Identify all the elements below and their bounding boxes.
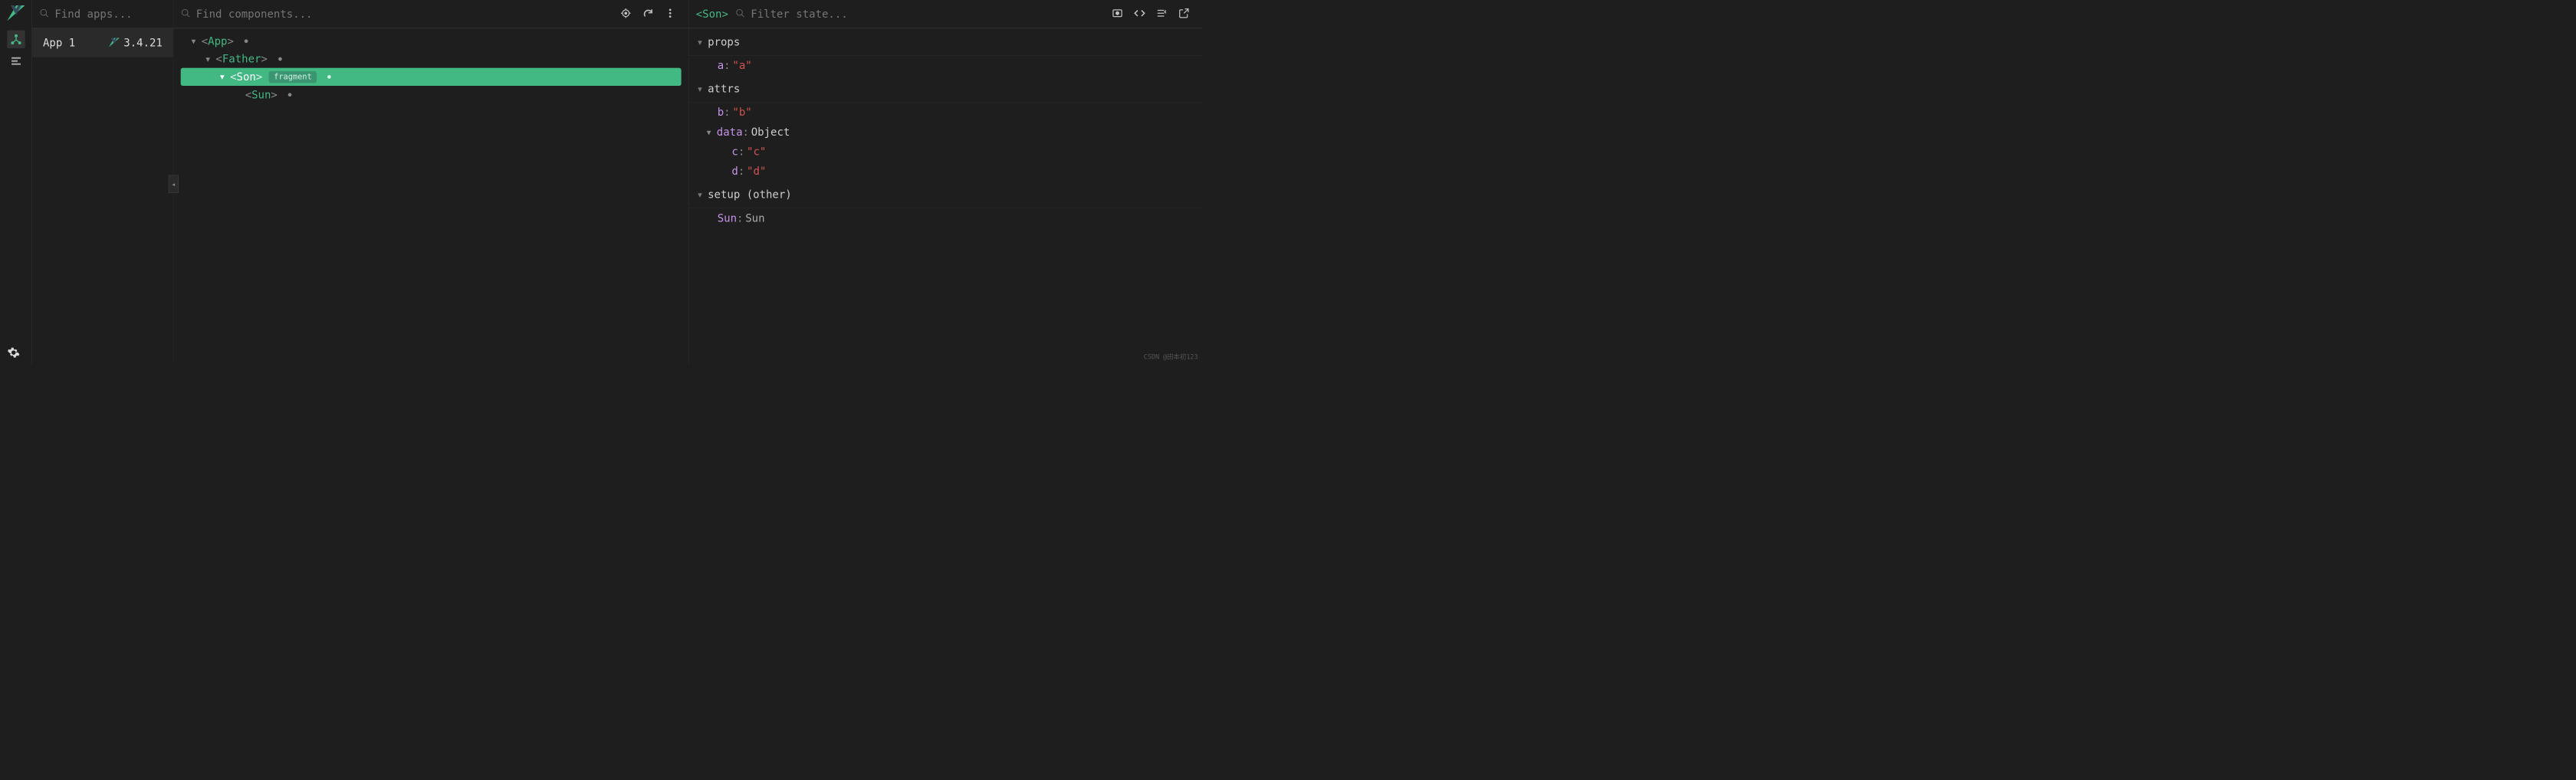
state-filter-input[interactable] [751,8,1112,20]
state-body: ▼ props a: "a" ▼ attrs b: "b" ▼ data: Ob… [688,28,1202,364]
section-header-props[interactable]: ▼ props [688,28,1202,55]
settings-gear-icon[interactable] [7,346,20,361]
prop-key: b [718,107,724,119]
tree-node-son[interactable]: ▼ <Son> fragment [181,68,682,86]
apps-search-input[interactable] [54,8,191,20]
prop-row[interactable]: Sun: Sun [688,208,1202,228]
prop-key: data [717,126,743,138]
component-tree: ▼ <App> ▼ <Father> ▼ <Son> fragment <Sun… [173,28,688,364]
icon-sidebar [0,0,32,364]
collapse-arrow-icon[interactable]: ▼ [698,84,705,93]
search-icon [39,8,49,20]
component-tree-panel: ◂ ▼ <App> [173,0,688,364]
collapse-arrow-icon[interactable]: ▼ [698,38,705,46]
more-icon[interactable] [665,8,676,21]
prop-key: d [731,166,738,178]
app-list-item[interactable]: App 1 3.4.21 [32,28,173,57]
expand-arrow-icon[interactable]: ▼ [205,54,212,63]
refresh-icon[interactable] [642,8,654,21]
expand-arrow-icon[interactable]: ▼ [707,128,714,136]
open-in-editor-icon[interactable] [1178,8,1190,21]
panel-resize-handle[interactable]: ◂ [169,175,179,193]
components-tab-icon[interactable] [7,31,25,48]
expand-arrow-icon[interactable]: ▼ [220,73,227,81]
timeline-tab-icon[interactable] [7,52,25,70]
prop-row[interactable]: b: "b" [688,103,1202,123]
prop-value: Object [751,126,790,138]
search-icon [735,8,745,20]
watermark: CSDN @田本初123 [1144,352,1198,361]
prop-value: "d" [747,166,766,178]
render-indicator [245,39,248,43]
search-icon [181,8,191,20]
apps-panel: App 1 3.4.21 [32,0,173,364]
prop-row[interactable]: d: "d" [688,162,1202,182]
collapse-arrow-icon[interactable]: ▼ [698,191,705,199]
fragment-badge: fragment [269,71,317,83]
prop-row[interactable]: ▼ data: Object [688,123,1202,143]
prop-value: "a" [732,59,751,71]
render-indicator [278,57,282,61]
inspect-dom-icon[interactable] [1156,8,1168,21]
section-title: setup (other) [708,188,792,201]
prop-key: a [718,59,724,71]
tree-node-sun[interactable]: <Sun> [181,86,682,103]
state-header: <Son> [688,0,1202,28]
section-header-attrs[interactable]: ▼ attrs [688,75,1202,102]
prop-key: Sun [718,212,737,224]
prop-value: "b" [732,107,751,119]
render-indicator [288,93,292,97]
selected-component-label: <Son> [696,8,728,20]
tree-node-father[interactable]: ▼ <Father> [181,50,682,67]
prop-key: c [731,146,738,158]
prop-row[interactable]: c: "c" [688,142,1202,162]
app-name-label: App 1 [43,37,109,49]
components-search-input[interactable] [196,8,620,20]
tree-node-app[interactable]: ▼ <App> [181,32,682,50]
vue-logo-small [109,38,120,48]
section-title: attrs [708,83,740,95]
show-source-icon[interactable] [1134,8,1145,21]
prop-value: "c" [747,146,766,158]
scroll-to-component-icon[interactable] [1112,8,1123,21]
render-indicator [327,75,331,79]
vue-logo [7,5,25,23]
apps-search-bar [32,0,173,28]
state-inspector-panel: <Son> ▼ [688,0,1202,364]
prop-row[interactable]: a: "a" [688,56,1202,76]
prop-value: Sun [745,212,764,224]
section-title: props [708,36,740,48]
components-header [173,0,688,28]
vue-version-label: 3.4.21 [123,37,163,49]
expand-arrow-icon[interactable]: ▼ [192,37,199,45]
section-header-setup[interactable]: ▼ setup (other) [688,182,1202,208]
locate-icon[interactable] [620,8,632,21]
